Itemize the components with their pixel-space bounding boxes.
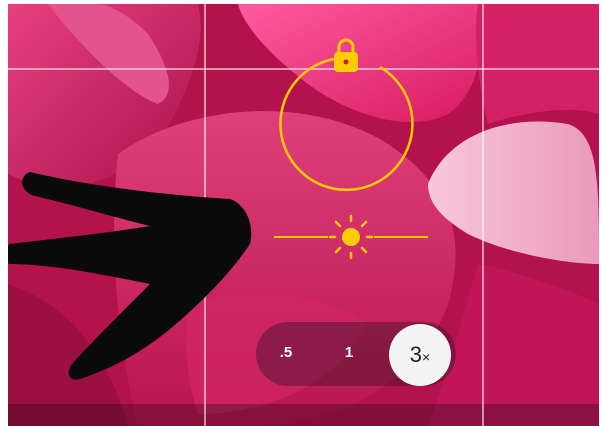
arrow-annotation <box>8 172 252 380</box>
zoom-active-value: 3 <box>409 342 423 367</box>
exposure-slider[interactable] <box>272 212 430 262</box>
lock-icon[interactable] <box>330 37 362 75</box>
zoom-active-suffix: × <box>422 349 431 365</box>
focus-ring[interactable] <box>276 55 416 195</box>
sun-icon[interactable] <box>328 214 374 260</box>
zoom-selector: .5 1 3× <box>256 322 456 386</box>
zoom-option-half[interactable]: .5 <box>272 344 300 361</box>
zoom-option-one[interactable]: 1 <box>339 344 359 361</box>
zoom-option-three-selected[interactable]: 3× <box>389 324 451 386</box>
camera-viewfinder[interactable]: .5 1 3× <box>8 4 599 426</box>
